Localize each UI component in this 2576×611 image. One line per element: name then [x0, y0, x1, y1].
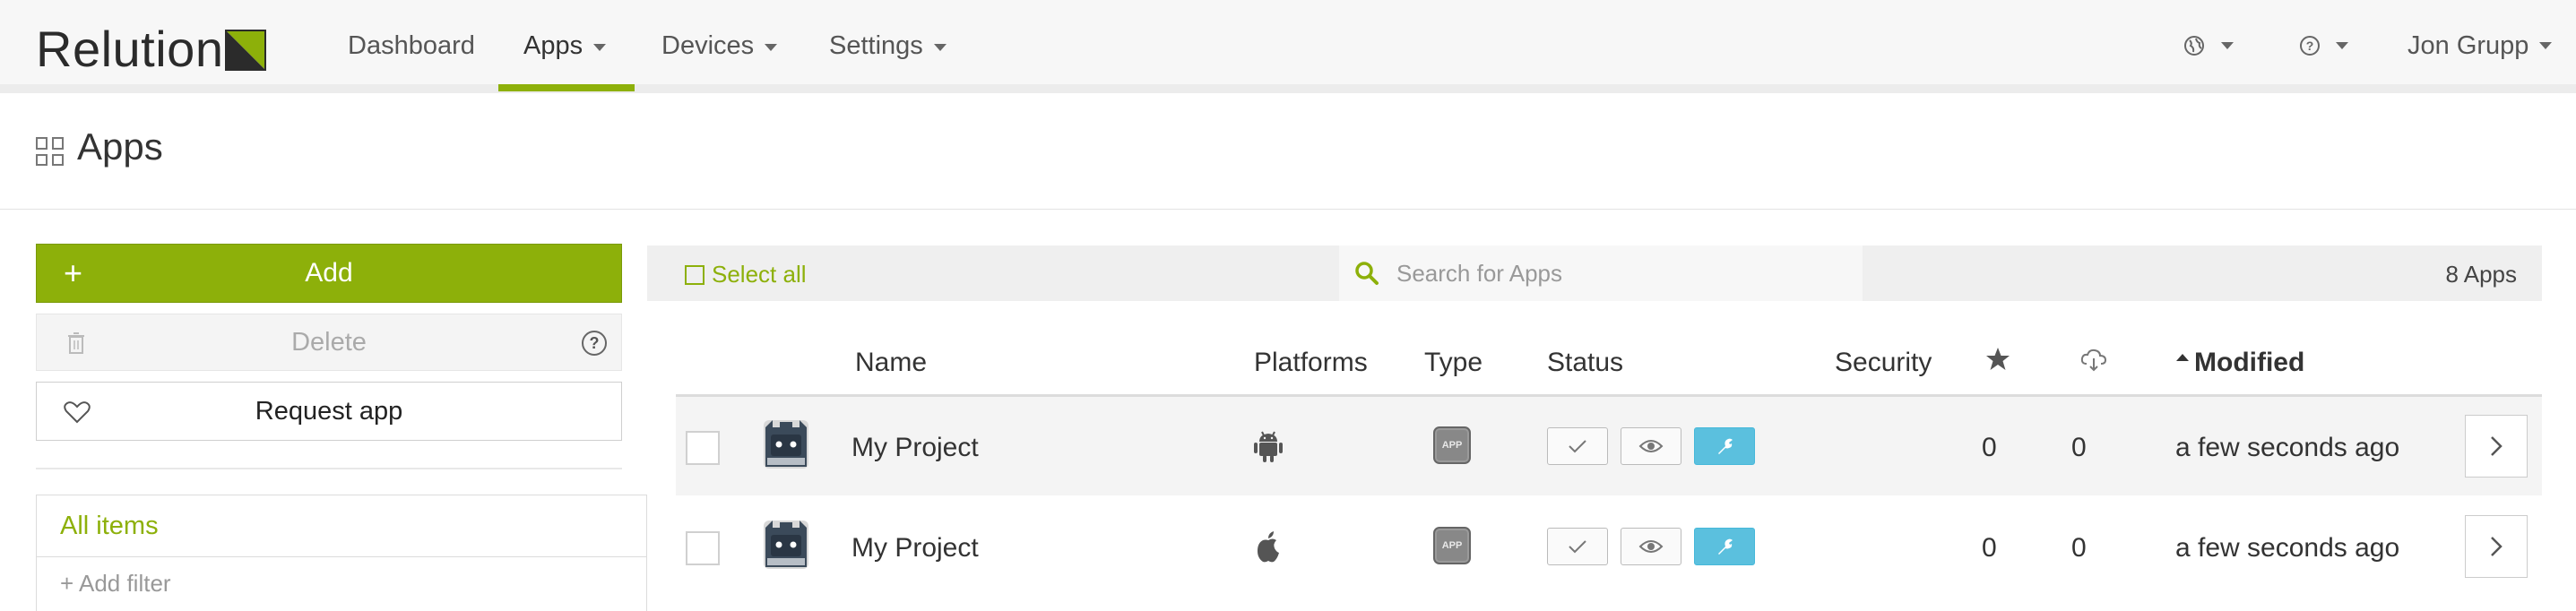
status-development-button[interactable]: [1694, 528, 1755, 565]
eye-icon: [1638, 440, 1664, 452]
request-app-button[interactable]: Request app: [36, 382, 622, 441]
status-approve-button[interactable]: [1547, 528, 1608, 565]
search-icon: [1355, 262, 1379, 285]
app-type-badge: APP: [1433, 426, 1471, 464]
chevron-right-icon: [2491, 436, 2503, 456]
row-checkbox[interactable]: [686, 431, 720, 465]
trash-icon: [68, 332, 84, 354]
page-title: Apps: [77, 125, 163, 168]
delete-button-label: Delete: [291, 327, 367, 357]
modified-time: a few seconds ago: [2175, 533, 2400, 563]
caret-down-icon: [2221, 42, 2234, 49]
brand-name: Relution: [36, 21, 224, 77]
column-header-platforms[interactable]: Platforms: [1254, 348, 1368, 378]
plus-icon: +: [64, 254, 83, 291]
column-header-type[interactable]: Type: [1424, 348, 1482, 378]
request-app-label: Request app: [255, 396, 403, 426]
nav-apps-label: Apps: [523, 30, 583, 60]
filter-all-items[interactable]: All items: [36, 495, 647, 557]
heart-icon: [64, 401, 91, 424]
android-icon: [1254, 431, 1283, 462]
nav-devices[interactable]: Devices: [661, 0, 778, 91]
add-filter-link[interactable]: + Add filter: [36, 557, 647, 611]
column-header-status[interactable]: Status: [1547, 348, 1623, 378]
check-icon: [1569, 540, 1586, 554]
select-all-checkbox[interactable]: Select all: [685, 261, 807, 288]
help-circle-icon[interactable]: ?: [582, 331, 607, 356]
search-box: [1339, 245, 1863, 301]
user-name: Jon Grupp: [2407, 30, 2529, 60]
nav-settings[interactable]: Settings: [829, 0, 947, 91]
app-type-badge: APP: [1433, 527, 1471, 564]
sidebar-divider: [36, 468, 622, 469]
caret-down-icon: [2539, 42, 2553, 49]
nav-dashboard[interactable]: Dashboard: [348, 0, 475, 91]
wrench-icon: [1718, 438, 1733, 454]
caret-down-icon: [593, 43, 607, 51]
app-icon: [764, 521, 808, 569]
open-detail-button[interactable]: [2465, 415, 2528, 478]
cloud-download-icon[interactable]: [2079, 348, 2108, 373]
caret-down-icon: [933, 43, 947, 51]
column-header-modified[interactable]: Modified: [2176, 348, 2304, 378]
delete-button[interactable]: Delete ?: [36, 314, 622, 371]
column-header-security[interactable]: Security: [1835, 348, 1932, 378]
list-toolbar: Select all 8 Apps: [647, 245, 2542, 301]
rating-count: 0: [1982, 533, 1997, 563]
wrench-icon: [1718, 538, 1733, 555]
download-count: 0: [2071, 533, 2087, 563]
status-development-button[interactable]: [1694, 427, 1755, 465]
help-menu[interactable]: ?: [2300, 0, 2348, 91]
globe-icon: [2184, 36, 2204, 56]
nav-settings-label: Settings: [829, 30, 923, 60]
brand-logo[interactable]: Relution: [36, 20, 267, 78]
caret-down-icon: [765, 43, 778, 51]
add-filter-label: + Add filter: [60, 570, 171, 597]
question-icon: ?: [2300, 36, 2320, 56]
nav-dashboard-label: Dashboard: [348, 30, 475, 60]
download-count: 0: [2071, 433, 2087, 462]
app-count: 8 Apps: [2445, 261, 2517, 288]
star-icon[interactable]: [1984, 346, 2011, 373]
add-button[interactable]: + Add: [36, 244, 622, 303]
modified-label: Modified: [2194, 348, 2305, 377]
nav-apps[interactable]: Apps: [523, 0, 607, 91]
page-header: [0, 93, 2576, 210]
status-approve-button[interactable]: [1547, 427, 1608, 465]
nav-active-indicator: [498, 84, 635, 91]
chevron-right-icon: [2491, 537, 2503, 556]
app-icon: [764, 420, 808, 469]
check-icon: [1569, 440, 1586, 453]
nav-devices-label: Devices: [661, 30, 755, 60]
logo-mark-icon: [225, 29, 267, 71]
modified-time: a few seconds ago: [2175, 433, 2400, 462]
user-menu[interactable]: Jon Grupp: [2407, 0, 2553, 91]
checkbox-icon: [685, 264, 705, 285]
table-row[interactable]: My Project APP 0 0 a few seconds ago: [676, 497, 2542, 596]
apple-icon: [1258, 531, 1279, 563]
table-row[interactable]: My Project APP 0 0 a few seconds ago: [676, 397, 2542, 495]
row-checkbox[interactable]: [686, 531, 720, 565]
app-name[interactable]: My Project: [851, 533, 979, 564]
app-name[interactable]: My Project: [851, 433, 979, 463]
caret-down-icon: [2336, 42, 2348, 49]
all-items-label: All items: [60, 511, 159, 540]
apps-grid-icon: [36, 137, 65, 166]
language-menu[interactable]: [2183, 0, 2234, 91]
open-detail-button[interactable]: [2465, 515, 2528, 578]
sort-asc-icon: [2176, 354, 2189, 361]
status-preview-button[interactable]: [1621, 528, 1681, 565]
add-button-label: Add: [305, 258, 353, 288]
rating-count: 0: [1982, 433, 1997, 462]
search-input[interactable]: [1396, 259, 1845, 288]
status-preview-button[interactable]: [1621, 427, 1681, 465]
column-header-name[interactable]: Name: [855, 348, 927, 378]
select-all-label: Select all: [712, 261, 807, 288]
eye-icon: [1638, 540, 1664, 553]
